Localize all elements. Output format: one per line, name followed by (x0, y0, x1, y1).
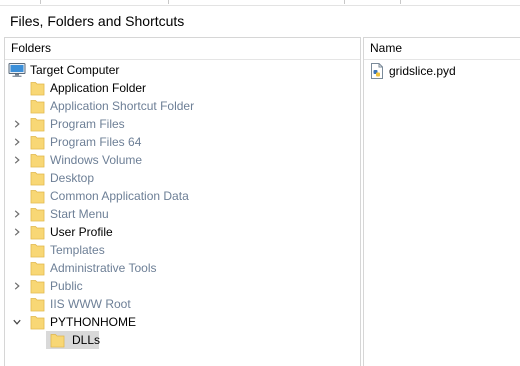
chevron-right-icon[interactable] (11, 133, 23, 151)
tab-divider (400, 0, 401, 4)
tree-item-user-profile[interactable]: User Profile (5, 223, 345, 241)
folder-icon (30, 188, 45, 204)
tree-item-label: Public (50, 279, 83, 293)
tree-item-label: Windows Volume (50, 153, 143, 167)
tree-item-pythonhome[interactable]: PYTHONHOME (5, 313, 345, 331)
tree-item-label: User Profile (50, 225, 113, 239)
tree-item-label: Program Files (50, 117, 125, 131)
folder-icon (30, 296, 45, 312)
chevron-right-icon[interactable] (11, 277, 23, 295)
chevron-right-icon[interactable] (11, 151, 23, 169)
folder-icon (30, 206, 45, 222)
folders-pane[interactable]: Folders Target Computer Application Folde… (4, 37, 361, 366)
tab-divider (344, 0, 345, 4)
tree-item-label: IIS WWW Root (50, 297, 131, 311)
folder-icon (30, 260, 45, 276)
tab-divider (168, 0, 169, 4)
tree-item-label: Templates (50, 243, 105, 257)
tree-item-application-shortcut-folder[interactable]: Application Shortcut Folder (5, 97, 345, 115)
tree-item-label: Application Folder (50, 81, 147, 95)
file-name: gridslice.pyd (389, 64, 456, 78)
chevron-right-icon[interactable] (11, 115, 23, 133)
page-title: Files, Folders and Shortcuts (10, 13, 185, 29)
folders-column-header[interactable]: Folders (5, 38, 360, 60)
tree-item-program-files[interactable]: Program Files (5, 115, 345, 133)
folder-icon (50, 332, 65, 348)
files-pane[interactable]: Name gridslice.pyd (363, 37, 520, 366)
folder-icon (30, 242, 45, 258)
folder-icon (30, 314, 45, 330)
tree-item-administrative-tools[interactable]: Administrative Tools (5, 259, 345, 277)
tree-item-label: Administrative Tools (50, 261, 157, 275)
folder-icon (30, 224, 45, 240)
folder-icon (30, 80, 45, 96)
tree-item-label: Application Shortcut Folder (50, 99, 195, 113)
computer-icon (8, 62, 26, 78)
tree-root-target-computer[interactable]: Target Computer (5, 61, 345, 79)
tree-item-label: Desktop (50, 171, 95, 185)
top-tab-strip (0, 0, 520, 6)
tree-item-windows-volume[interactable]: Windows Volume (5, 151, 345, 169)
tree-item-dlls[interactable]: DLLs (5, 331, 345, 349)
tab-divider (40, 0, 41, 4)
tree-item-label: Target Computer (30, 63, 120, 77)
tree-item-public[interactable]: Public (5, 277, 345, 295)
tree-item-label: Common Application Data (50, 189, 189, 203)
folder-icon (30, 152, 45, 168)
chevron-down-icon[interactable] (11, 313, 23, 331)
folder-icon (30, 134, 45, 150)
tree-item-label: PYTHONHOME (50, 315, 137, 329)
tree-item-start-menu[interactable]: Start Menu (5, 205, 345, 223)
folder-icon (30, 98, 45, 114)
tree-item-label: Program Files 64 (50, 135, 142, 149)
tree-item-label: DLLs (72, 333, 101, 347)
tree-item-desktop[interactable]: Desktop (5, 169, 345, 187)
folder-icon (30, 278, 45, 294)
chevron-right-icon[interactable] (11, 223, 23, 241)
tree-item-templates[interactable]: Templates (5, 241, 345, 259)
chevron-right-icon[interactable] (11, 205, 23, 223)
tree-item-iis-www-root[interactable]: IIS WWW Root (5, 295, 345, 313)
tree-item-common-application-data[interactable]: Common Application Data (5, 187, 345, 205)
tree-item-program-files-64[interactable]: Program Files 64 (5, 133, 345, 151)
folder-icon (30, 170, 45, 186)
folder-icon (30, 116, 45, 132)
tree-item-label: Start Menu (50, 207, 109, 221)
python-file-icon (370, 63, 384, 79)
name-column-header[interactable]: Name (364, 38, 520, 60)
tree-item-application-folder[interactable]: Application Folder (5, 79, 345, 97)
